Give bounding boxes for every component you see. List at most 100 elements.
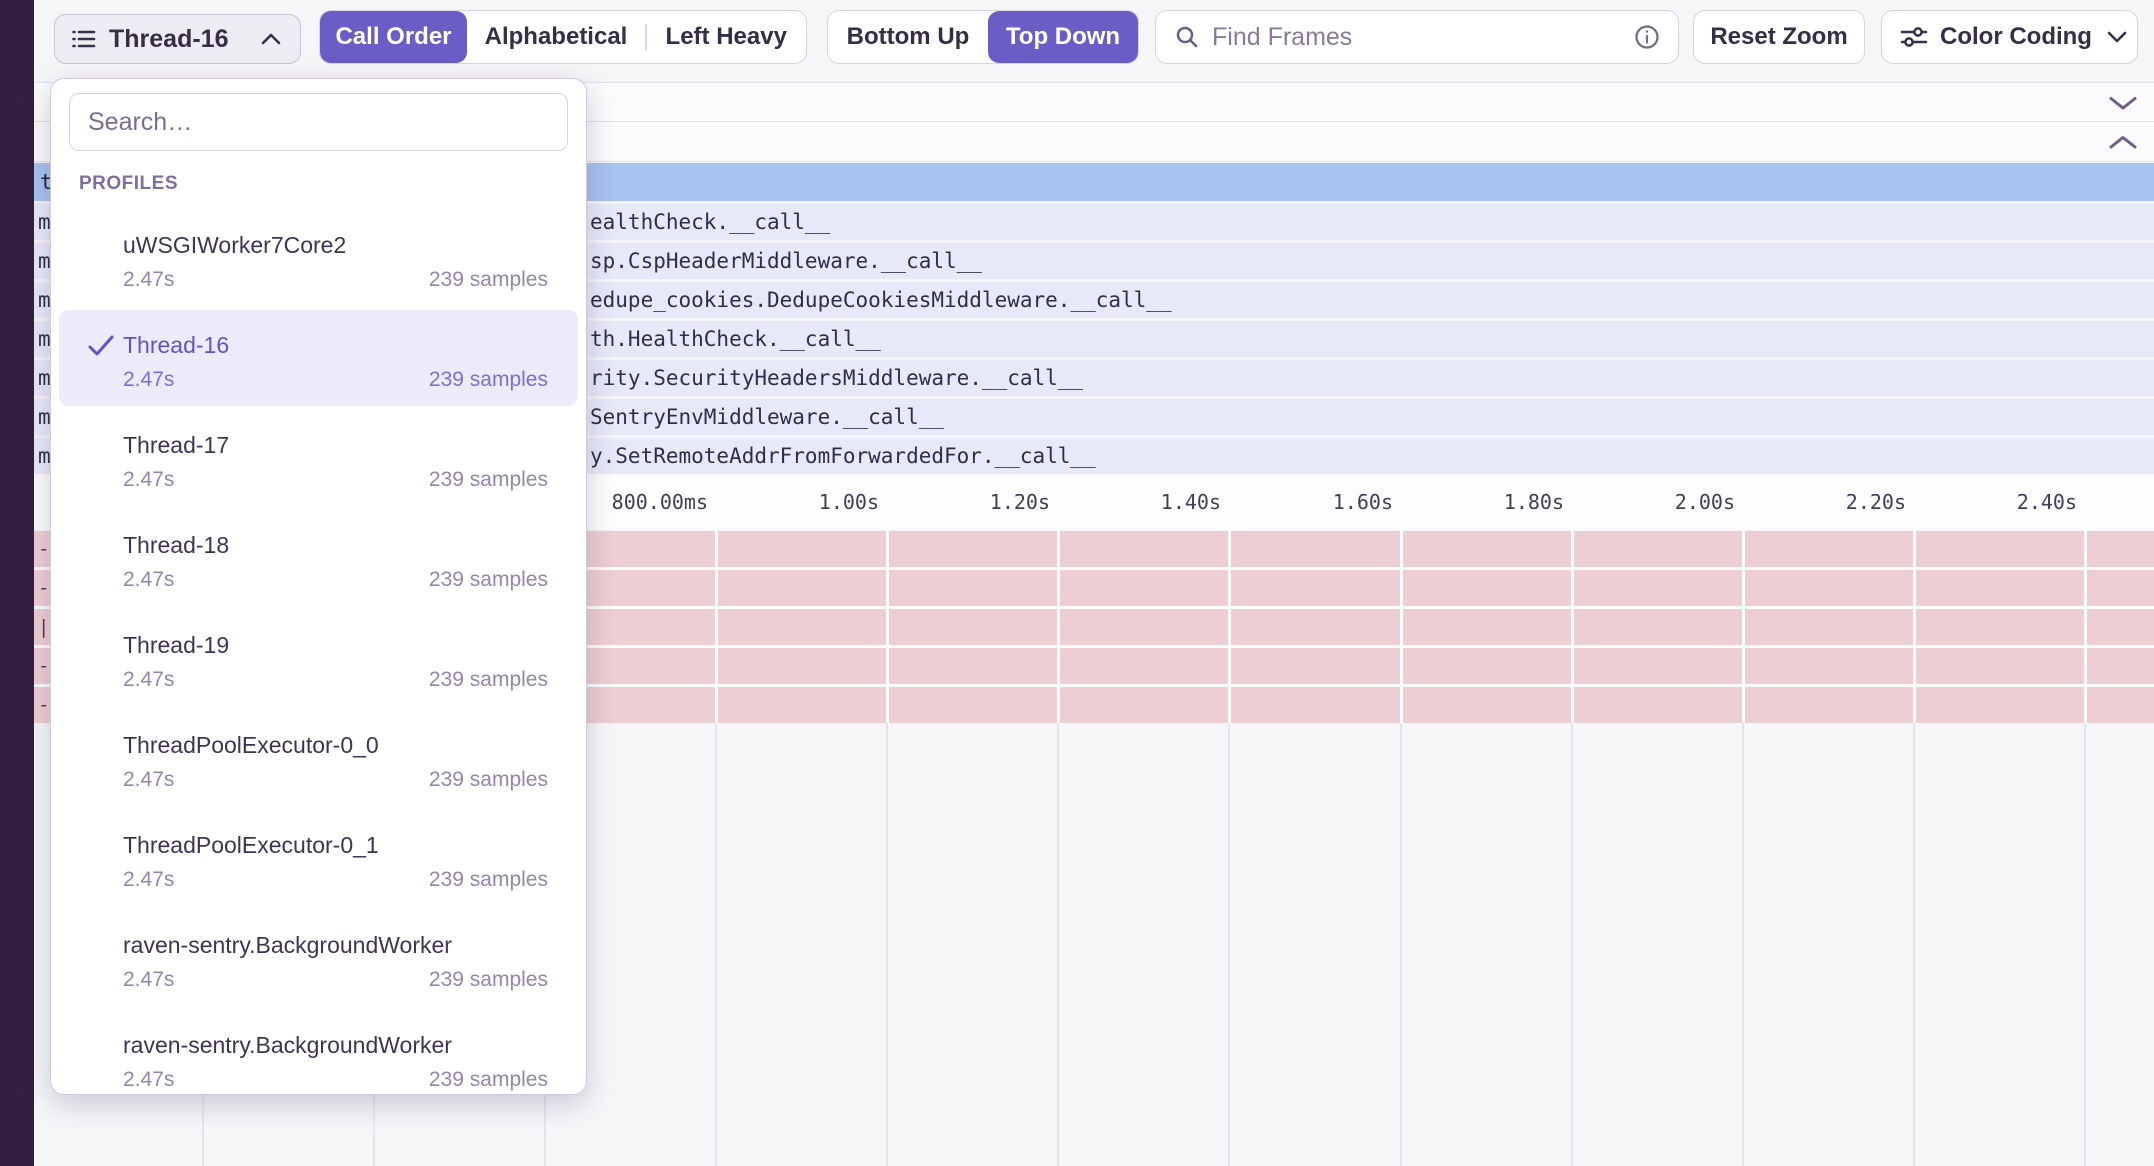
thread-sample-count: 239 samples — [348, 768, 548, 792]
time-gridline — [1913, 723, 1915, 1166]
time-gridline — [1057, 531, 1060, 723]
direction-option-top-down[interactable]: Top Down — [988, 11, 1138, 63]
reset-zoom-label: Reset Zoom — [1710, 23, 1847, 51]
profiles-section-label: PROFILES — [79, 173, 178, 195]
dropdown-search-box — [69, 93, 568, 151]
thread-duration: 2.47s — [123, 468, 174, 492]
time-axis-tick: 2.40s — [1877, 474, 2077, 530]
color-coding-label: Color Coding — [1940, 23, 2092, 51]
thread-sample-count: 239 samples — [348, 468, 548, 492]
frame-label: th.HealthCheck.__call__ — [590, 321, 881, 357]
sort-option-alphabetical[interactable]: Alphabetical — [467, 11, 645, 63]
thread-sample-count: 239 samples — [348, 668, 548, 692]
time-axis-tick: 1.00s — [679, 474, 879, 530]
thread-sample-count: 239 samples — [348, 1068, 548, 1092]
thread-name: uWSGIWorker7Core2 — [123, 232, 346, 259]
frame-label-clipped: m — [38, 438, 51, 474]
thread-name: ThreadPoolExecutor-0_1 — [123, 832, 379, 859]
frame-label: sp.CspHeaderMiddleware.__call__ — [590, 243, 982, 279]
find-frames-input[interactable] — [1210, 22, 1594, 53]
time-gridline — [1400, 723, 1402, 1166]
thread-sample-count: 239 samples — [348, 268, 548, 292]
time-gridline — [1571, 723, 1573, 1166]
sort-mode-group: Call Order Alphabetical Left Heavy — [319, 10, 807, 64]
frame-label-clipped: - — [38, 531, 49, 567]
time-axis-tick: 2.00s — [1535, 474, 1735, 530]
thread-selector-dropdown: PROFILES uWSGIWorker7Core2 2.47s 239 sampl… — [50, 78, 587, 1095]
thread-duration: 2.47s — [123, 268, 174, 292]
frame-label-clipped: | — [38, 609, 49, 645]
time-axis-tick: 1.60s — [1193, 474, 1393, 530]
chevron-down-icon[interactable] — [2108, 96, 2138, 111]
thread-duration: 2.47s — [123, 668, 174, 692]
thread-sample-count: 239 samples — [348, 568, 548, 592]
thread-selector-label: Thread-16 — [109, 25, 228, 54]
thread-name: Thread-19 — [123, 632, 229, 659]
time-axis-tick: 1.40s — [1021, 474, 1221, 530]
thread-duration: 2.47s — [123, 768, 174, 792]
time-gridline — [1057, 723, 1059, 1166]
find-frames-search — [1155, 10, 1679, 64]
time-gridline — [1228, 531, 1231, 723]
time-gridline — [715, 531, 718, 723]
thread-duration: 2.47s — [123, 868, 174, 892]
time-gridline — [1913, 531, 1916, 723]
time-gridline — [1400, 531, 1403, 723]
time-gridline — [1742, 723, 1744, 1166]
frame-label-clipped: m — [38, 204, 51, 240]
time-gridline — [2084, 531, 2087, 723]
direction-mode-group: Bottom Up Top Down — [827, 10, 1139, 64]
sort-option-call-order[interactable]: Call Order — [320, 11, 467, 63]
time-gridline — [715, 723, 717, 1166]
direction-option-bottom-up[interactable]: Bottom Up — [828, 11, 988, 63]
color-coding-button[interactable]: Color Coding — [1881, 10, 2138, 64]
frame-label-clipped: - — [38, 570, 49, 606]
app-left-strip — [0, 0, 34, 1166]
thread-sample-count: 239 samples — [348, 968, 548, 992]
frame-label: SentryEnvMiddleware.__call__ — [590, 399, 944, 435]
thread-name: raven-sentry.BackgroundWorker — [123, 1032, 452, 1059]
time-axis-tick: 2.20s — [1706, 474, 1906, 530]
time-axis-tick: 1.20s — [850, 474, 1050, 530]
thread-name: raven-sentry.BackgroundWorker — [123, 932, 452, 959]
thread-duration: 2.47s — [123, 368, 174, 392]
frame-label-clipped: m — [38, 360, 51, 396]
info-icon[interactable] — [1634, 24, 1660, 50]
list-icon — [71, 26, 97, 52]
frame-label-clipped: m — [38, 399, 51, 435]
frame-label-clipped: - — [38, 687, 49, 723]
reset-zoom-button[interactable]: Reset Zoom — [1693, 10, 1865, 64]
frame-label: rity.SecurityHeadersMiddleware.__call__ — [590, 360, 1083, 396]
thread-duration: 2.47s — [123, 1068, 174, 1092]
chevron-up-icon — [258, 30, 284, 48]
sliders-icon — [1900, 24, 1928, 50]
time-gridline — [1571, 531, 1574, 723]
frame-label-clipped: m — [38, 321, 51, 357]
checkmark-icon — [87, 334, 115, 358]
frame-label: ealthCheck.__call__ — [590, 204, 830, 240]
frame-label-clipped: - — [38, 648, 49, 684]
frame-label-clipped: m — [38, 243, 51, 279]
thread-selector-button[interactable]: Thread-16 — [54, 14, 301, 64]
search-icon — [1174, 24, 1200, 50]
time-axis-tick: 1.80s — [1364, 474, 1564, 530]
thread-sample-count: 239 samples — [348, 868, 548, 892]
thread-duration: 2.47s — [123, 968, 174, 992]
time-gridline — [1228, 723, 1230, 1166]
frame-label-clipped: m — [38, 282, 51, 318]
thread-sample-count: 239 samples — [348, 368, 548, 392]
sort-option-left-heavy[interactable]: Left Heavy — [647, 11, 807, 63]
time-gridline — [886, 531, 889, 723]
frame-label: y.SetRemoteAddrFromForwardedFor.__call__ — [590, 438, 1096, 474]
thread-name: Thread-17 — [123, 432, 229, 459]
time-gridline — [1742, 531, 1745, 723]
time-gridline — [2084, 723, 2086, 1166]
thread-duration: 2.47s — [123, 568, 174, 592]
chevron-down-icon — [2104, 28, 2130, 46]
thread-name: ThreadPoolExecutor-0_0 — [123, 732, 379, 759]
chevron-up-icon[interactable] — [2108, 135, 2138, 150]
profiler-flamegraph-view: Thread-16 Call Order Alphabetical Left H… — [0, 0, 2154, 1166]
thread-name: Thread-18 — [123, 532, 229, 559]
thread-name: Thread-16 — [123, 332, 229, 359]
dropdown-search-input[interactable] — [86, 107, 551, 138]
